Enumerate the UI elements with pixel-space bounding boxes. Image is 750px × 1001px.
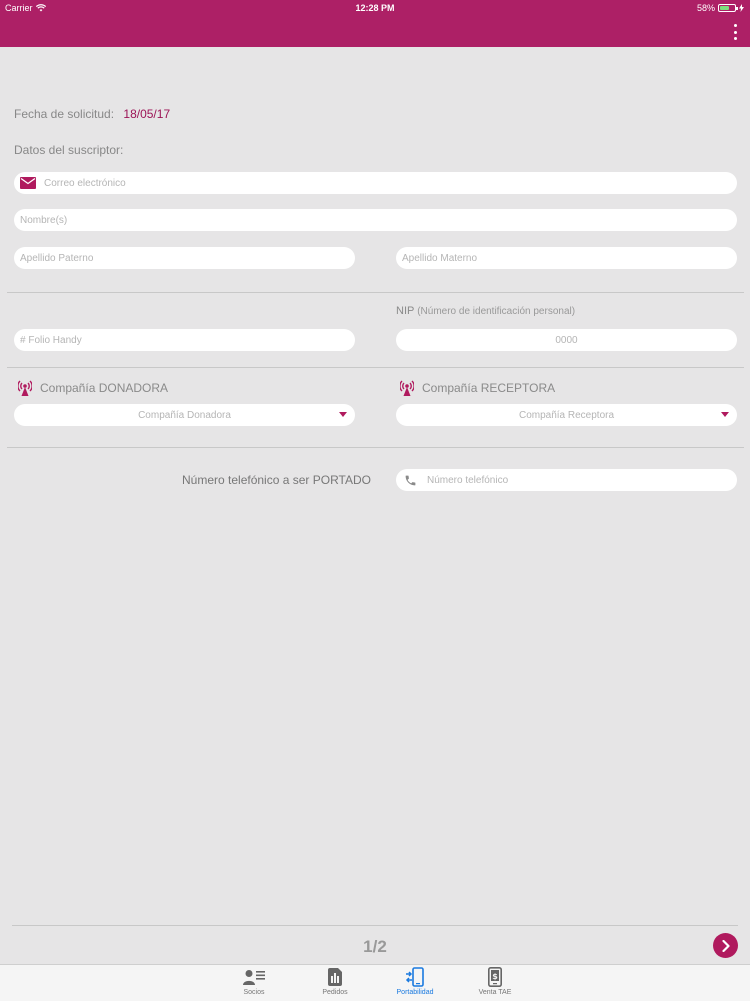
tab-socios-label: Socios	[243, 989, 265, 996]
nip-label-sub: (Número de identificación personal)	[417, 306, 576, 317]
caret-down-icon	[339, 412, 347, 417]
nip-label-main: NIP	[396, 305, 415, 317]
folio-placeholder: # Folio Handy	[20, 334, 82, 346]
donor-company-select-value: Compañía Donadora	[138, 409, 231, 421]
receiver-company-select-value: Compañía Receptora	[518, 409, 615, 421]
svg-text:$: $	[492, 972, 498, 981]
page-indicator: 1/2	[363, 937, 387, 956]
name-placeholder: Nombre(s)	[20, 214, 68, 226]
request-date-value: 18/05/17	[123, 107, 171, 121]
caret-down-icon	[721, 412, 729, 417]
maternal-surname-placeholder: Apellido Materno	[402, 252, 478, 264]
battery-percent: 58%	[696, 3, 715, 13]
person-list-icon	[243, 970, 265, 985]
ported-phone-label: Número telefónico a ser PORTADO	[182, 473, 371, 487]
antenna-icon	[400, 380, 414, 396]
request-date: Fecha de solicitud: 18/05/17	[14, 107, 170, 121]
divider	[7, 367, 744, 368]
maternal-surname-field[interactable]: Apellido Materno	[396, 247, 737, 269]
nip-label: NIP (Número de identificación personal)	[396, 305, 575, 317]
divider	[7, 447, 744, 448]
divider	[7, 292, 744, 293]
tab-portabilidad-label: Portabilidad	[396, 989, 434, 996]
tab-pedidos-label: Pedidos	[322, 989, 348, 996]
nip-field[interactable]: 0000	[396, 329, 737, 351]
phone-icon	[405, 475, 416, 485]
tab-bar: Socios Pedidos Portabilidad $ Venta TAE	[0, 964, 750, 1001]
folio-field[interactable]: # Folio Handy	[14, 329, 355, 351]
email-placeholder: Correo electrónico	[44, 177, 126, 189]
tab-portabilidad[interactable]: Portabilidad	[385, 967, 445, 996]
tab-pedidos[interactable]: Pedidos	[305, 967, 365, 996]
divider	[12, 925, 738, 926]
tab-venta-tae-label: Venta TAE	[478, 989, 512, 996]
phone-number-field[interactable]: Número telefónico	[396, 469, 737, 491]
receiver-company-label: Compañía RECEPTORA	[400, 380, 555, 396]
sim-card-icon	[328, 968, 342, 986]
receiver-company-select[interactable]: Compañía Receptora	[396, 404, 737, 426]
chevron-right-icon	[721, 939, 730, 952]
name-field[interactable]: Nombre(s)	[14, 209, 737, 231]
receiver-company-label-text: Compañía RECEPTORA	[422, 381, 556, 395]
next-page-button[interactable]	[713, 933, 738, 958]
clock: 12:28 PM	[355, 3, 395, 13]
nip-value: 0000	[555, 334, 578, 346]
phone-transfer-icon	[405, 967, 424, 987]
phone-number-placeholder: Número telefónico	[427, 474, 509, 486]
charging-icon	[739, 4, 744, 12]
donor-company-label-text: Compañía DONADORA	[40, 381, 169, 395]
request-date-label: Fecha de solicitud:	[14, 107, 115, 121]
tab-venta-tae[interactable]: $ Venta TAE	[465, 967, 525, 996]
donor-company-label: Compañía DONADORA	[18, 380, 168, 396]
phone-dollar-icon: $	[488, 967, 502, 987]
email-field[interactable]: Correo electrónico	[14, 172, 737, 194]
antenna-icon	[18, 380, 32, 396]
paternal-surname-field[interactable]: Apellido Paterno	[14, 247, 355, 269]
tab-socios[interactable]: Socios	[224, 967, 284, 996]
nav-bar	[0, 16, 750, 47]
battery-fill	[720, 6, 730, 10]
subscriber-section-title: Datos del suscriptor:	[14, 143, 124, 157]
battery-icon	[718, 4, 738, 12]
donor-company-select[interactable]: Compañía Donadora	[14, 404, 355, 426]
envelope-icon	[20, 177, 36, 189]
status-bar: Carrier 12:28 PM 58%	[0, 0, 750, 16]
more-menu-icon[interactable]	[732, 24, 738, 40]
paternal-surname-placeholder: Apellido Paterno	[20, 252, 94, 264]
